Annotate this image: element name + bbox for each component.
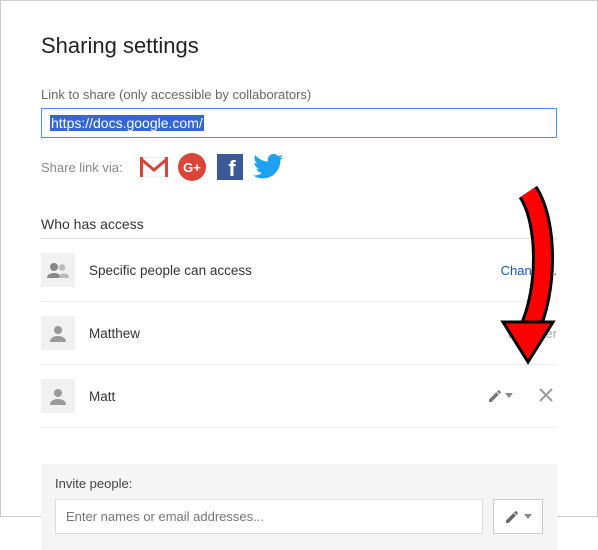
twitter-icon[interactable]	[253, 152, 283, 182]
google-plus-icon[interactable]: G+	[177, 152, 207, 182]
group-icon	[41, 253, 75, 287]
remove-collaborator-button[interactable]	[535, 386, 557, 407]
access-row-owner: Matthew Is owner	[41, 302, 557, 365]
access-row-text: Specific people can access	[89, 263, 501, 278]
invite-section: Invite people:	[41, 464, 557, 550]
access-row-text: Matthew	[89, 326, 508, 341]
share-link-input[interactable]: https://docs.google.com/	[41, 108, 557, 138]
owner-status: Is owner	[508, 326, 557, 341]
pencil-icon	[487, 388, 503, 404]
share-via-row: Share link via: G+ f	[41, 152, 557, 182]
access-row-visibility: Specific people can access Change...	[41, 239, 557, 302]
sharing-dialog: Sharing settings Link to share (only acc…	[1, 1, 597, 550]
share-via-label: Share link via:	[41, 160, 123, 175]
permission-dropdown[interactable]	[487, 388, 513, 404]
caret-down-icon	[505, 393, 513, 399]
svg-text:G+: G+	[183, 160, 201, 175]
link-label: Link to share (only accessible by collab…	[41, 87, 557, 102]
invite-label: Invite people:	[55, 476, 543, 491]
person-icon	[41, 316, 75, 350]
facebook-icon[interactable]: f	[215, 152, 245, 182]
close-icon	[539, 388, 553, 402]
share-link-value: https://docs.google.com/	[50, 115, 204, 131]
access-title: Who has access	[41, 216, 557, 232]
person-icon	[41, 379, 75, 413]
access-row-text: Matt	[89, 389, 487, 404]
svg-text:f: f	[228, 156, 236, 180]
access-row-collaborator: Matt	[41, 365, 557, 428]
change-link[interactable]: Change...	[501, 263, 557, 278]
gmail-icon[interactable]	[139, 152, 169, 182]
dialog-title: Sharing settings	[41, 33, 557, 59]
